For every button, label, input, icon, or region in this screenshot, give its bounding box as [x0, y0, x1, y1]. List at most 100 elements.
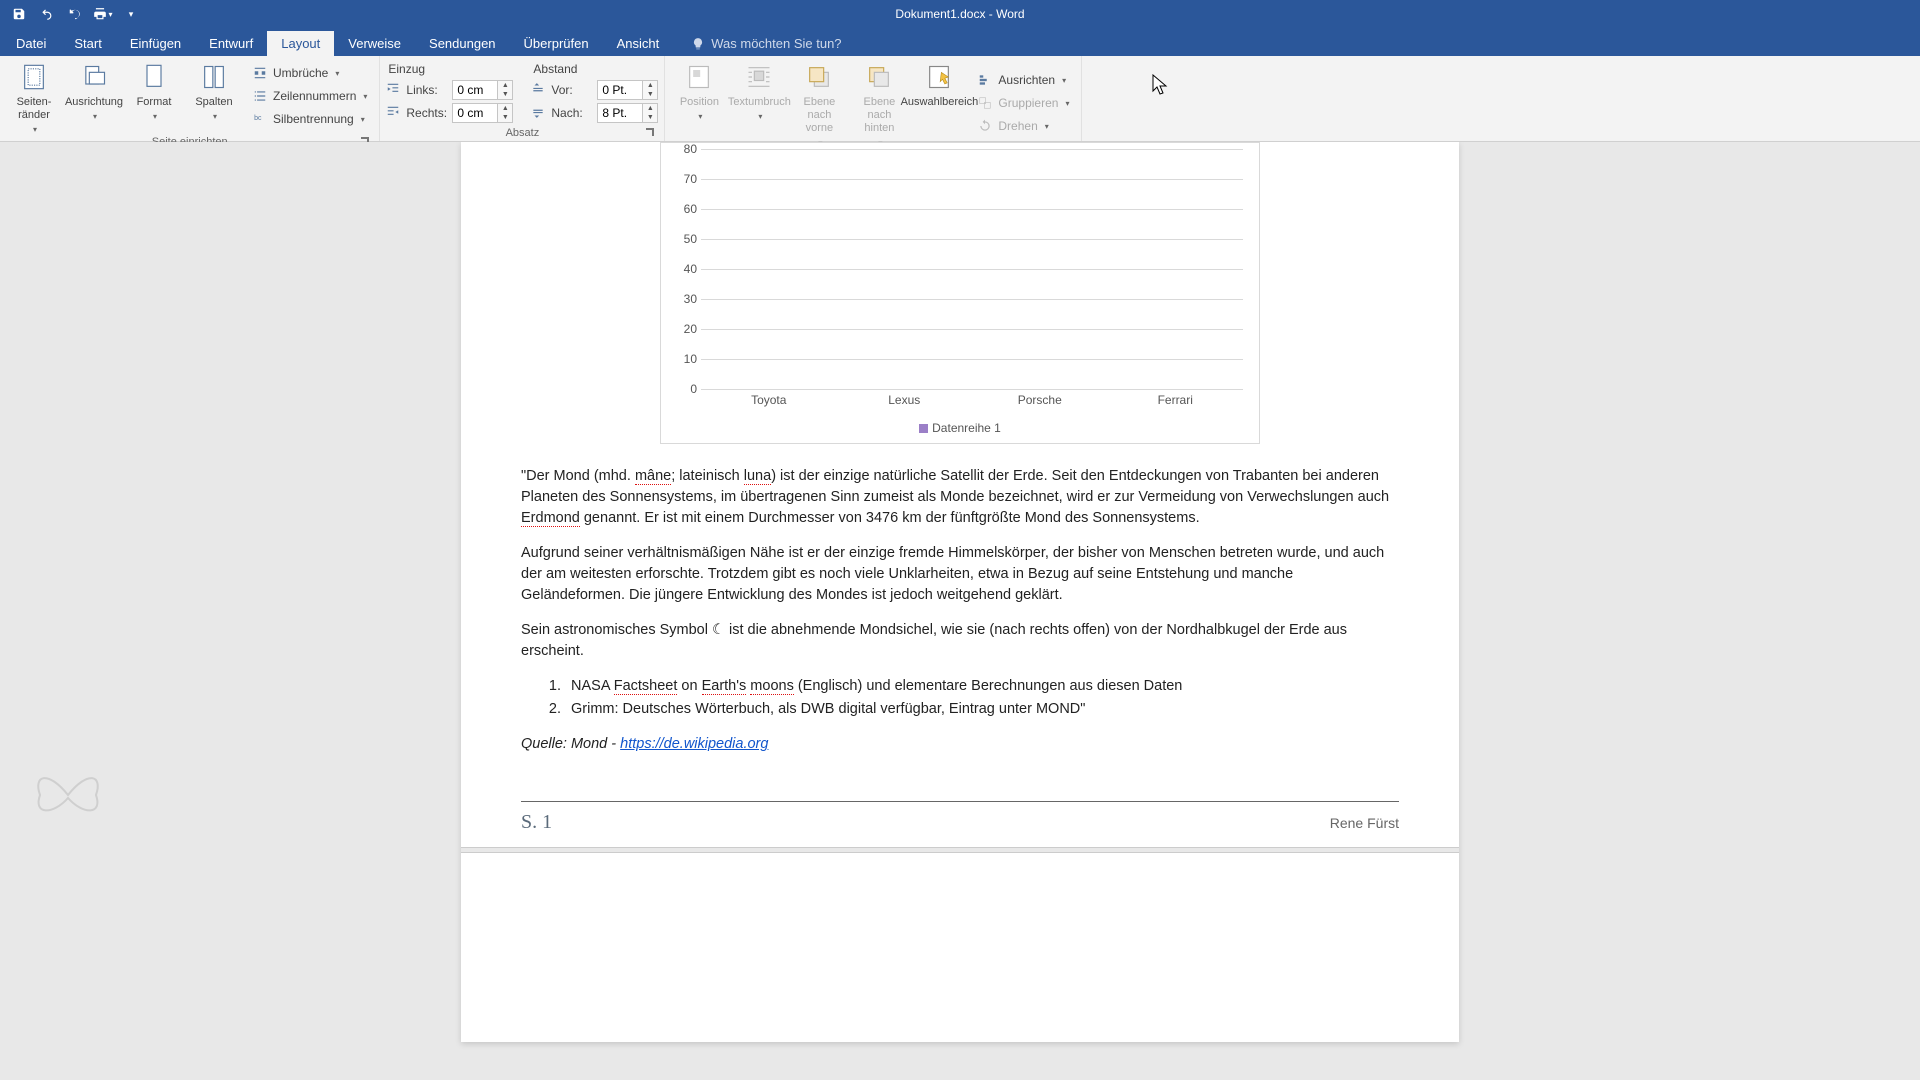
- breaks-button[interactable]: Umbrüche▾: [246, 62, 373, 84]
- redo-button[interactable]: [62, 3, 88, 25]
- selection-pane-button[interactable]: Auswahlbereich: [911, 58, 967, 148]
- quick-print-button[interactable]: ▾: [90, 3, 116, 25]
- tab-entwurf[interactable]: Entwurf: [195, 31, 267, 56]
- next-page-top: [521, 853, 1399, 893]
- spacing-header: Abstand: [531, 60, 658, 78]
- paragraph-launcher[interactable]: [644, 127, 656, 139]
- tell-me-search[interactable]: Was möchten Sie tun?: [683, 31, 849, 56]
- margins-button[interactable]: Seiten- ränder▾: [6, 58, 62, 135]
- tab-einfuegen[interactable]: Einfügen: [116, 31, 195, 56]
- spacing-after-field[interactable]: ▲▼: [597, 103, 658, 123]
- selection-pane-icon: [923, 61, 955, 93]
- author-name: Rene Fürst: [1330, 813, 1399, 833]
- paragraph-1: "Der Mond (mhd. mâne; lateinisch luna) i…: [521, 466, 1399, 529]
- spacing-before-icon: [531, 82, 547, 98]
- line-numbers-button[interactable]: Zeilennummern▾: [246, 85, 373, 107]
- position-button: Position▾: [671, 58, 727, 148]
- chart-legend: Datenreihe 1: [667, 407, 1253, 435]
- reference-list: NASA Factsheet on Earth's moons (Englisc…: [565, 676, 1399, 720]
- chart-ytick: 80: [671, 142, 697, 156]
- indent-right-up[interactable]: ▲: [498, 104, 512, 113]
- save-button[interactable]: [6, 3, 32, 25]
- document-area[interactable]: 01020304050607080 ToyotaLexusPorscheFerr…: [0, 142, 1920, 1080]
- text-wrap-icon: [743, 61, 775, 93]
- ribbon: Seiten- ränder▾ Ausrichtung▾ Format▾ Spa…: [0, 56, 1920, 142]
- paragraph-3: Sein astronomisches Symbol ☾ ist die abn…: [521, 620, 1399, 662]
- lightbulb-icon: [691, 37, 705, 51]
- orientation-icon: [78, 61, 110, 93]
- size-icon: [138, 61, 170, 93]
- list-item: Grimm: Deutsches Wörterbuch, als DWB dig…: [565, 699, 1399, 720]
- indent-left-up[interactable]: ▲: [498, 81, 512, 90]
- indent-right-down[interactable]: ▼: [498, 113, 512, 122]
- ribbon-tabs: Datei Start Einfügen Entwurf Layout Verw…: [0, 28, 1920, 56]
- spacing-after-label: Nach:: [551, 106, 593, 120]
- columns-button[interactable]: Spalten▾: [186, 58, 242, 135]
- chart-xlabel: Toyota: [715, 393, 823, 407]
- indent-left-down[interactable]: ▼: [498, 90, 512, 99]
- window-title: Dokument1.docx - Word: [895, 7, 1024, 21]
- chart-ytick: 60: [671, 202, 697, 216]
- indent-left-icon: [386, 82, 402, 98]
- source-link[interactable]: https://de.wikipedia.org: [620, 736, 768, 752]
- indent-left-field[interactable]: ▲▼: [452, 80, 513, 100]
- tab-ansicht[interactable]: Ansicht: [603, 31, 674, 56]
- rotate-icon: [977, 118, 993, 134]
- group-objects-button: Gruppieren▾: [971, 92, 1075, 114]
- indent-right-field[interactable]: ▲▼: [452, 103, 513, 123]
- chart-ytick: 70: [671, 172, 697, 186]
- list-item: NASA Factsheet on Earth's moons (Englisc…: [565, 676, 1399, 697]
- tab-ueberpruefen[interactable]: Überprüfen: [510, 31, 603, 56]
- bring-forward-icon: [803, 61, 835, 93]
- spacing-before-up[interactable]: ▲: [643, 81, 657, 90]
- spacing-after-up[interactable]: ▲: [643, 104, 657, 113]
- customize-qat-button[interactable]: ▾: [118, 3, 144, 25]
- orientation-button[interactable]: Ausrichtung▾: [66, 58, 122, 135]
- spacing-after-down[interactable]: ▼: [643, 113, 657, 122]
- send-backward-icon: [863, 61, 895, 93]
- position-icon: [683, 61, 715, 93]
- spacing-after-icon: [531, 105, 547, 121]
- group-paragraph: Einzug Links: ▲▼ Rechts: ▲▼ Abstand Vor:: [380, 56, 665, 141]
- indent-left-label: Links:: [406, 83, 448, 97]
- align-button[interactable]: Ausrichten▾: [971, 69, 1075, 91]
- tab-datei[interactable]: Datei: [2, 31, 60, 56]
- svg-text:bc: bc: [254, 116, 262, 123]
- chart-ytick: 40: [671, 262, 697, 276]
- tab-sendungen[interactable]: Sendungen: [415, 31, 510, 56]
- chart-xlabel: Porsche: [986, 393, 1094, 407]
- indent-right-label: Rechts:: [406, 106, 448, 120]
- chart-gridline: [701, 389, 1243, 390]
- chart-xlabel: Ferrari: [1121, 393, 1229, 407]
- bring-forward-button: Ebene nach vorne▾: [791, 58, 847, 148]
- line-numbers-icon: [252, 88, 268, 104]
- page: 01020304050607080 ToyotaLexusPorscheFerr…: [461, 142, 1459, 1042]
- tab-verweise[interactable]: Verweise: [334, 31, 415, 56]
- tab-layout[interactable]: Layout: [267, 31, 334, 56]
- source-line: Quelle: Mond - https://de.wikipedia.org: [521, 734, 1399, 755]
- paragraph-2: Aufgrund seiner verhältnismäßigen Nähe i…: [521, 543, 1399, 606]
- group-label-paragraph: Absatz: [386, 126, 658, 141]
- title-bar: ▾ ▾ Dokument1.docx - Word: [0, 0, 1920, 28]
- undo-button[interactable]: [34, 3, 60, 25]
- spacing-before-down[interactable]: ▼: [643, 90, 657, 99]
- chart-ytick: 20: [671, 322, 697, 336]
- text-wrap-button: Textumbruch▾: [731, 58, 787, 148]
- page-number: S. 1: [521, 808, 552, 837]
- group-arrange: Position▾ Textumbruch▾ Ebene nach vorne▾…: [665, 56, 1082, 141]
- chart-ytick: 0: [671, 382, 697, 396]
- page-footer: S. 1 Rene Fürst: [521, 801, 1399, 837]
- send-backward-button: Ebene nach hinten▾: [851, 58, 907, 148]
- hyphenation-button[interactable]: bc Silbentrennung▾: [246, 108, 373, 130]
- tell-me-placeholder: Was möchten Sie tun?: [711, 36, 841, 51]
- indent-right-icon: [386, 105, 402, 121]
- breaks-icon: [252, 65, 268, 81]
- group-page-setup: Seiten- ränder▾ Ausrichtung▾ Format▾ Spa…: [0, 56, 380, 141]
- group-icon: [977, 95, 993, 111]
- spacing-before-label: Vor:: [551, 83, 593, 97]
- size-button[interactable]: Format▾: [126, 58, 182, 135]
- chart[interactable]: 01020304050607080 ToyotaLexusPorscheFerr…: [660, 142, 1260, 444]
- spacing-before-field[interactable]: ▲▼: [597, 80, 658, 100]
- tab-start[interactable]: Start: [60, 31, 115, 56]
- document-body[interactable]: "Der Mond (mhd. mâne; lateinisch luna) i…: [521, 466, 1399, 837]
